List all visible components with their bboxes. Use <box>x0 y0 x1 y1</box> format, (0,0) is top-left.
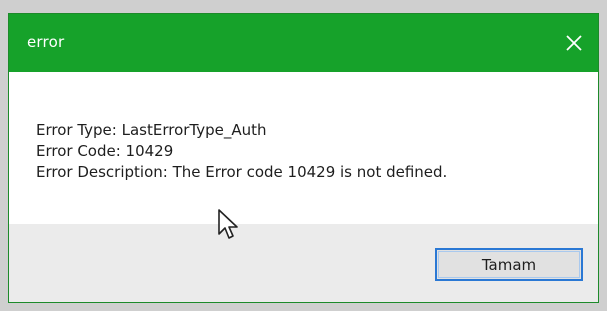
ok-button[interactable]: Tamam <box>435 248 583 281</box>
button-bar: Tamam <box>9 224 598 302</box>
message-area: Error Type: LastErrorType_Auth Error Cod… <box>9 72 598 224</box>
error-type-text: Error Type: LastErrorType_Auth <box>36 121 267 139</box>
screen-background: error Error Type: LastErrorType_Auth Err… <box>0 0 607 311</box>
error-message: Error Type: LastErrorType_Auth Error Cod… <box>36 120 447 183</box>
dialog-title: error <box>27 33 65 51</box>
error-description-text: Error Description: The Error code 10429 … <box>36 163 448 181</box>
close-icon <box>566 35 582 51</box>
title-bar[interactable]: error <box>9 14 598 72</box>
mouse-pointer-icon <box>218 209 238 239</box>
error-dialog: error Error Type: LastErrorType_Auth Err… <box>8 13 599 303</box>
close-button[interactable] <box>550 14 598 72</box>
error-code-text: Error Code: 10429 <box>36 142 174 160</box>
